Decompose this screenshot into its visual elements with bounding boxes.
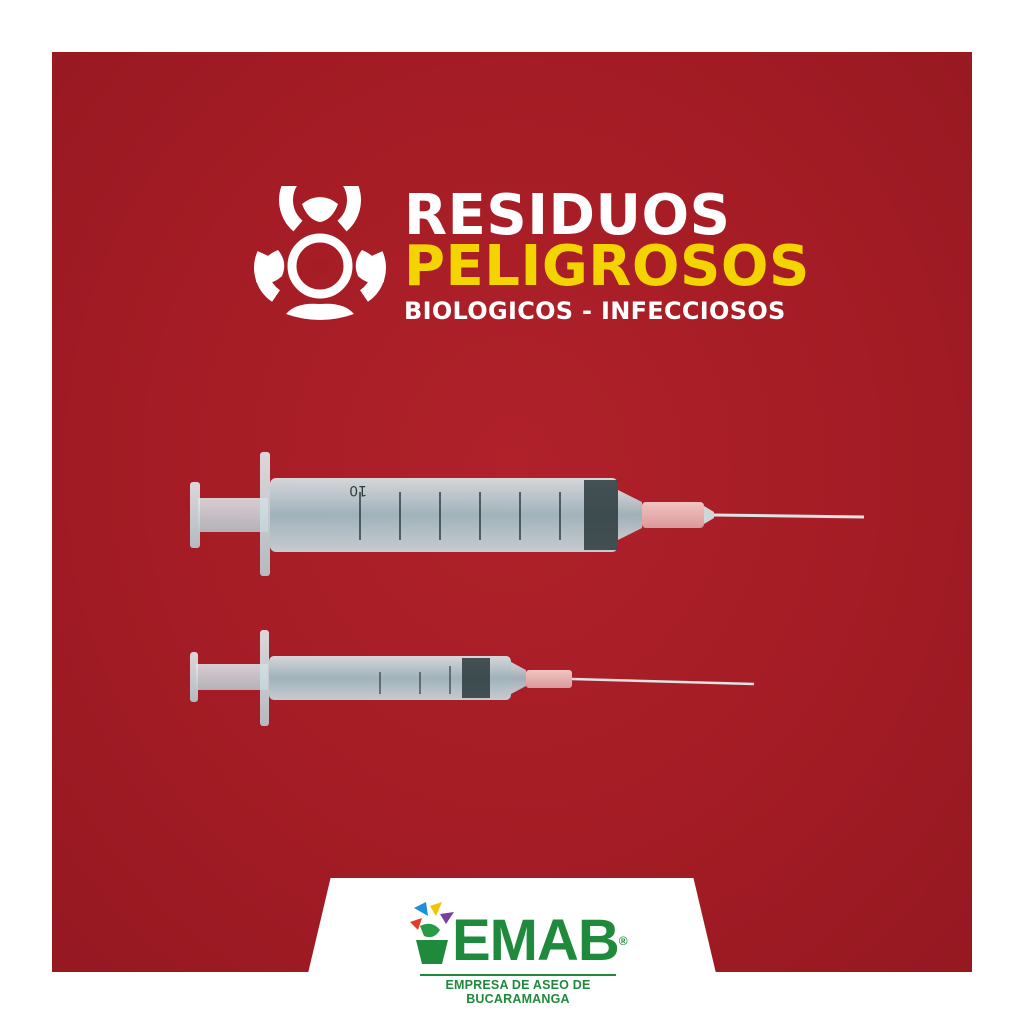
syringes-illustration: 10 [190,452,865,726]
registered-mark: ® [618,934,628,948]
emab-logo-icon [410,902,454,964]
emab-wordmark: EMAB® [452,912,628,970]
emab-tagline: EMPRESA DE ASEO DE BUCARAMANGA [445,978,591,1006]
emab-name: EMAB [452,908,620,973]
biohazard-icon [254,186,386,320]
syringe-small [190,630,755,726]
title-line-3: BIOLOGICOS - INFECCIOSOS [404,297,786,325]
svg-text:10: 10 [349,482,367,498]
title-line-2: PELIGROSOS [404,234,810,299]
title-block: RESIDUOS PELIGROSOS BIOLOGICOS - INFECCI… [404,188,824,326]
syringe-large: 10 [190,452,865,576]
logo-divider [420,974,616,976]
